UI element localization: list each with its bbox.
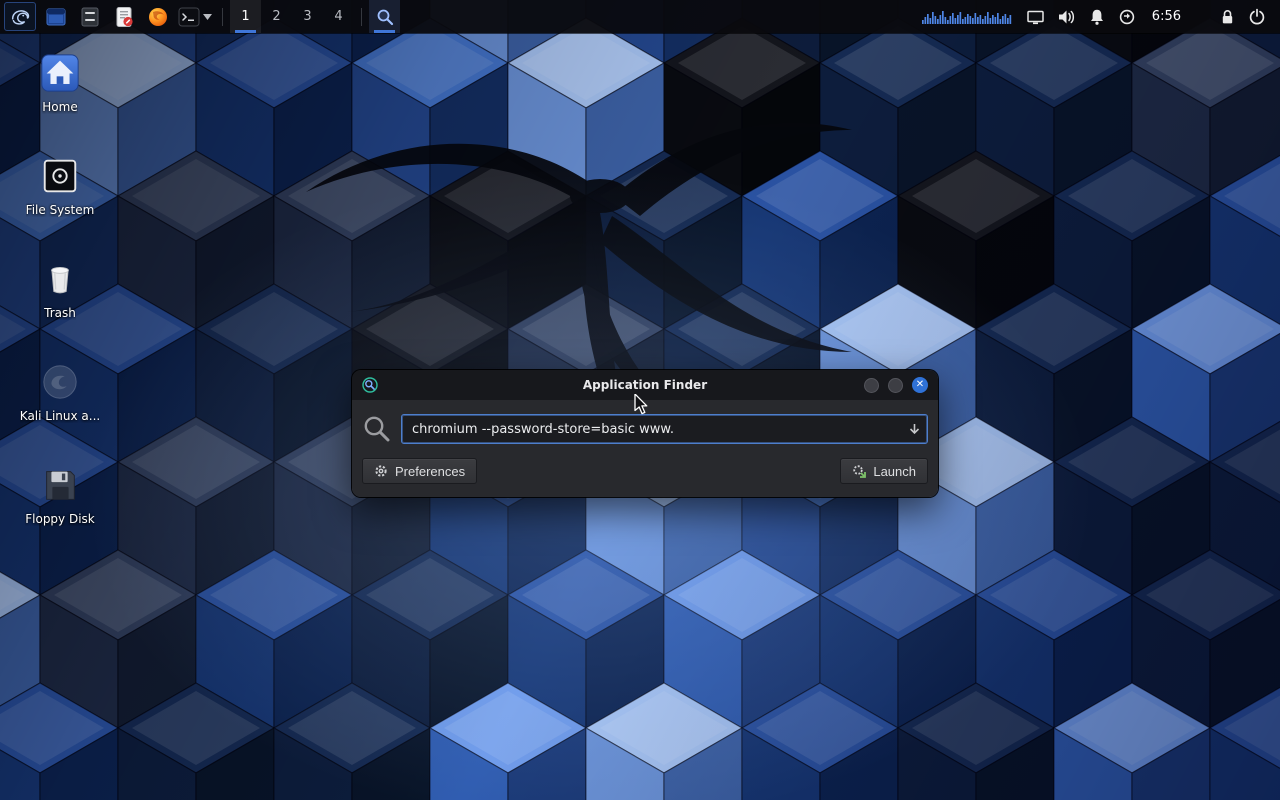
kali-menu-button[interactable] (4, 2, 36, 31)
notifications-bell-icon[interactable] (1082, 0, 1112, 33)
desktop-icon-label: File System (26, 203, 95, 217)
application-finder-taskbar-button[interactable] (369, 0, 400, 33)
close-icon: ✕ (916, 380, 924, 390)
search-input-wrap (401, 414, 928, 444)
button-row: Preferences Launch (362, 458, 928, 484)
lock-icon[interactable] (1213, 0, 1242, 33)
workspace-2[interactable]: 2 (261, 0, 292, 33)
file-system-icon (39, 155, 81, 197)
clock[interactable]: 6:56 (1142, 9, 1191, 24)
window-title: Application Finder (352, 378, 938, 392)
dropdown-arrow-icon[interactable] (908, 423, 921, 436)
activity-graph[interactable] (916, 0, 1020, 33)
panel-separator (361, 8, 362, 26)
desktop-icon-kali-linux[interactable]: Kali Linux a... (12, 361, 108, 423)
terminal-launcher[interactable] (178, 3, 212, 30)
workspace-3[interactable]: 3 (292, 0, 323, 33)
workspace-4-label: 4 (334, 9, 342, 24)
file-manager-launcher[interactable] (76, 3, 104, 30)
maximize-button[interactable] (888, 378, 903, 393)
window-controls: ✕ (864, 377, 928, 393)
workspace-1[interactable]: 1 (230, 0, 261, 33)
window-icon (45, 6, 67, 28)
desktop-icon-trash[interactable]: Trash (12, 258, 108, 320)
desktop-icon-floppy-disk[interactable]: Floppy Disk (12, 464, 108, 526)
logout-power-icon[interactable] (1242, 0, 1272, 33)
volume-icon[interactable] (1051, 0, 1082, 33)
search-row (362, 414, 928, 444)
gear-icon (374, 464, 388, 478)
firefox-launcher[interactable] (144, 3, 172, 30)
terminal-icon (178, 7, 200, 27)
titlebar[interactable]: Application Finder ✕ (352, 370, 938, 400)
desktop-icon-home[interactable]: Home (12, 52, 108, 114)
top-panel: 1 2 3 4 (0, 0, 1280, 33)
kali-ghost-icon (39, 361, 81, 403)
search-icon-large (362, 414, 392, 444)
panel-separator (222, 8, 223, 26)
kali-logo-icon (9, 6, 31, 28)
close-button[interactable]: ✕ (912, 377, 928, 393)
preferences-button[interactable]: Preferences (362, 458, 477, 484)
desktop-icon-label: Floppy Disk (25, 512, 95, 526)
file-cabinet-icon (79, 6, 101, 28)
chevron-down-icon[interactable] (203, 14, 212, 20)
search-icon (376, 8, 394, 26)
firefox-icon (147, 6, 169, 28)
launch-icon (852, 464, 866, 478)
workspace-2-label: 2 (272, 9, 280, 24)
desktop-icon-column: Home File System Trash (12, 52, 108, 526)
workspace-4[interactable]: 4 (323, 0, 354, 33)
application-finder-icon (362, 377, 378, 393)
updates-icon[interactable] (1112, 0, 1142, 33)
screen-icon[interactable] (1020, 0, 1051, 33)
search-input[interactable] (401, 414, 928, 444)
preferences-label: Preferences (395, 464, 465, 479)
desktop-icon-label: Kali Linux a... (20, 409, 100, 423)
system-tray: 6:56 (916, 0, 1280, 33)
desktop-icon-label: Home (42, 100, 77, 114)
text-editor-launcher[interactable] (110, 3, 138, 30)
window-manager-launcher[interactable] (42, 3, 70, 30)
workspace-3-label: 3 (303, 9, 311, 24)
application-finder-window: Application Finder ✕ (352, 370, 938, 497)
launch-label: Launch (873, 464, 916, 479)
desktop-icon-file-system[interactable]: File System (12, 155, 108, 217)
dialog-body: Preferences Launch (352, 400, 938, 497)
floppy-disk-icon (39, 464, 81, 506)
launch-button[interactable]: Launch (840, 458, 928, 484)
trash-icon (39, 258, 81, 300)
workspace-1-label: 1 (241, 9, 249, 24)
desktop-icon-label: Trash (44, 306, 76, 320)
home-icon (39, 52, 81, 94)
minimize-button[interactable] (864, 378, 879, 393)
panel-left: 1 2 3 4 (0, 0, 400, 33)
text-editor-icon (113, 6, 135, 28)
